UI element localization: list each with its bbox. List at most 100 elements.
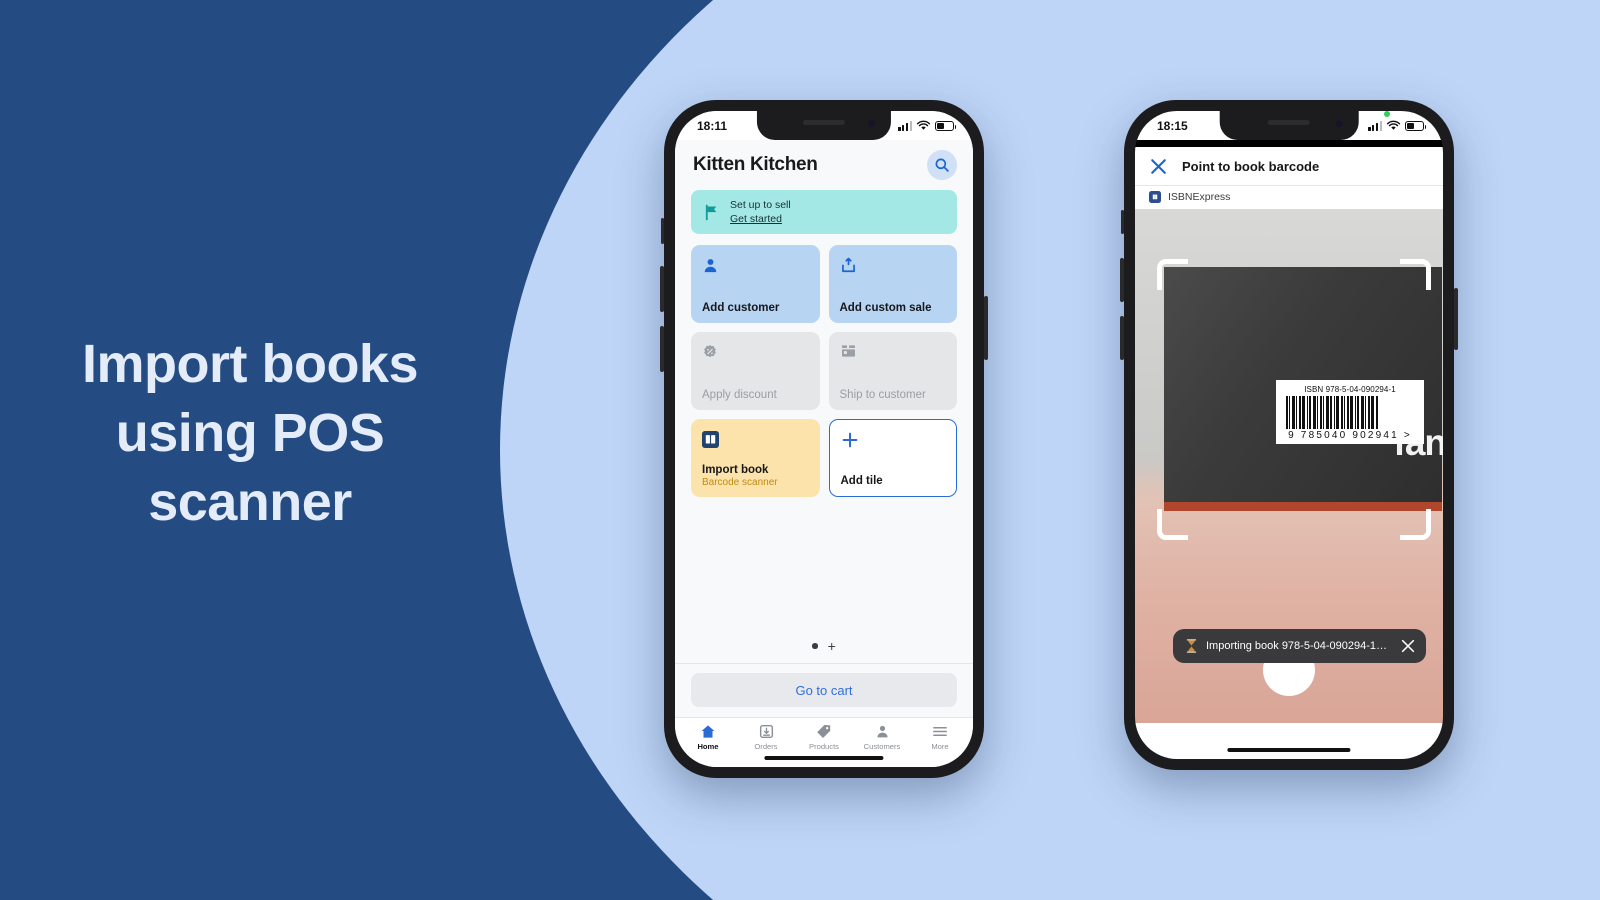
- tile-label: Import book: [702, 464, 769, 477]
- phone-power-button[interactable]: [984, 296, 988, 360]
- tab-home[interactable]: Home: [679, 724, 737, 751]
- orders-inbox-icon: [759, 724, 773, 739]
- tab-label: More: [931, 742, 949, 751]
- scan-frame-corner-bottom-left-icon: [1157, 509, 1188, 540]
- phone-notch: [1219, 111, 1359, 140]
- flag-icon: [705, 204, 717, 221]
- phone-right-barcode-scanner: 18:15 Point to book barcode ISBNExpress …: [1120, 100, 1458, 770]
- cellular-signal-icon: [898, 120, 912, 131]
- customers-person-icon: [876, 725, 888, 738]
- cart-section: Go to cart: [675, 663, 973, 717]
- discount-badge-icon: [704, 345, 716, 358]
- book-cover: fan ISBN 978-5-04-090294-1: [1164, 267, 1443, 511]
- barcode-bars-icon: [1286, 396, 1414, 429]
- scanner-top-gap: [1135, 140, 1443, 147]
- upload-box-icon: [841, 257, 855, 272]
- page-dot-icon[interactable]: [812, 643, 818, 649]
- search-button[interactable]: [927, 150, 957, 180]
- scan-frame-corner-top-left-icon: [1157, 259, 1188, 290]
- phone-notch: [756, 111, 892, 140]
- promo-headline: Import books using POS scanner: [0, 330, 500, 537]
- home-indicator[interactable]: [1227, 748, 1351, 752]
- phone-volume-down-button[interactable]: [1120, 316, 1124, 360]
- scanner-app-row: ISBNExpress: [1135, 186, 1443, 209]
- scanner-title: Point to book barcode: [1182, 159, 1320, 174]
- tile-add-tile[interactable]: Add tile: [828, 419, 957, 498]
- person-icon: [704, 258, 717, 272]
- front-camera-icon: [868, 120, 876, 127]
- battery-icon: [1405, 120, 1427, 131]
- tile-grid: Add customer Add custom sale Apply disco…: [691, 245, 957, 498]
- headline-line-1: Import books: [81, 334, 419, 394]
- page-indicator: +: [675, 625, 973, 663]
- tile-label: Add tile: [840, 475, 883, 488]
- tab-products[interactable]: Products: [795, 724, 853, 751]
- wifi-icon: [1386, 120, 1401, 130]
- headline-line-2: using POS: [115, 403, 385, 464]
- plus-icon: [842, 432, 857, 448]
- scan-frame-corner-top-right-icon: [1400, 259, 1431, 290]
- phone-mute-button[interactable]: [1121, 210, 1124, 234]
- tab-label: Products: [809, 742, 839, 751]
- isbn-text: ISBN 978-5-04-090294-1: [1304, 385, 1396, 394]
- camera-viewfinder[interactable]: fan ISBN 978-5-04-090294-1: [1135, 209, 1443, 723]
- shipping-box-icon: [841, 345, 855, 357]
- scanner-bottom-bar: [1135, 723, 1443, 759]
- app-name: ISBNExpress: [1168, 191, 1231, 203]
- tile-label: Apply discount: [702, 389, 777, 402]
- importing-toast: Importing book 978-5-04-090294-1…: [1173, 629, 1426, 663]
- scanner-header: Point to book barcode: [1135, 147, 1443, 186]
- headline-line-3: scanner: [148, 472, 352, 533]
- tile-sublabel: Barcode scanner: [702, 477, 778, 489]
- scan-frame-corner-bottom-right-icon: [1400, 509, 1431, 540]
- home-icon: [701, 725, 715, 738]
- tab-orders[interactable]: Orders: [737, 724, 795, 751]
- more-hamburger-icon: [933, 727, 947, 736]
- tab-label: Home: [697, 742, 719, 751]
- tile-add-customer[interactable]: Add customer: [691, 245, 820, 324]
- phone-power-button[interactable]: [1454, 288, 1458, 350]
- phone-mute-button[interactable]: [661, 218, 664, 244]
- cellular-signal-icon: [1368, 120, 1382, 131]
- pos-header: Kitten Kitchen: [675, 140, 973, 189]
- isbnexpress-app-icon: [1149, 191, 1161, 203]
- tile-label: Ship to customer: [839, 389, 926, 402]
- banner-title: Set up to sell: [730, 199, 791, 211]
- status-time: 18:15: [1157, 118, 1188, 133]
- tab-label: Orders: [754, 742, 778, 751]
- toast-message: Importing book 978-5-04-090294-1…: [1206, 640, 1388, 652]
- setup-banner[interactable]: Set up to sell Get started: [691, 190, 957, 235]
- add-page-icon[interactable]: +: [828, 639, 836, 653]
- earpiece-speaker: [1268, 120, 1310, 125]
- phone-volume-up-button[interactable]: [1120, 258, 1124, 302]
- phone-left-pos-home: 18:11 Kitten Kitchen Set up to sell Get …: [660, 100, 988, 778]
- close-x-icon[interactable]: [1400, 638, 1416, 654]
- search-icon: [935, 158, 949, 172]
- tile-add-custom-sale[interactable]: Add custom sale: [828, 245, 957, 324]
- open-book-icon: [702, 430, 719, 448]
- phone-volume-down-button[interactable]: [660, 326, 664, 372]
- tile-import-book[interactable]: Import book Barcode scanner: [691, 419, 820, 498]
- home-indicator[interactable]: [764, 756, 884, 760]
- earpiece-speaker: [803, 120, 845, 125]
- close-x-icon[interactable]: [1149, 157, 1168, 176]
- battery-icon: [935, 120, 957, 131]
- tab-label: Customers: [863, 742, 901, 751]
- status-time: 18:11: [697, 118, 728, 133]
- banner-get-started-link[interactable]: Get started: [730, 212, 791, 226]
- go-to-cart-button[interactable]: Go to cart: [691, 673, 957, 707]
- tile-apply-discount[interactable]: Apply discount: [691, 332, 820, 411]
- recording-indicator-icon: [1384, 111, 1390, 117]
- tab-more[interactable]: More: [911, 724, 969, 751]
- wifi-icon: [916, 120, 931, 130]
- page-title: Kitten Kitchen: [693, 154, 818, 175]
- front-camera-icon: [1335, 120, 1343, 127]
- tile-label: Add customer: [702, 302, 780, 315]
- tab-customers[interactable]: Customers: [853, 724, 911, 751]
- hourglass-icon: [1186, 639, 1197, 653]
- tile-ship-to-customer[interactable]: Ship to customer: [828, 332, 957, 411]
- product-tag-icon: [817, 725, 831, 739]
- phone-volume-up-button[interactable]: [660, 266, 664, 312]
- tile-label: Add custom sale: [839, 302, 932, 315]
- barcode-digits: 9 785040 902941 >: [1288, 430, 1412, 441]
